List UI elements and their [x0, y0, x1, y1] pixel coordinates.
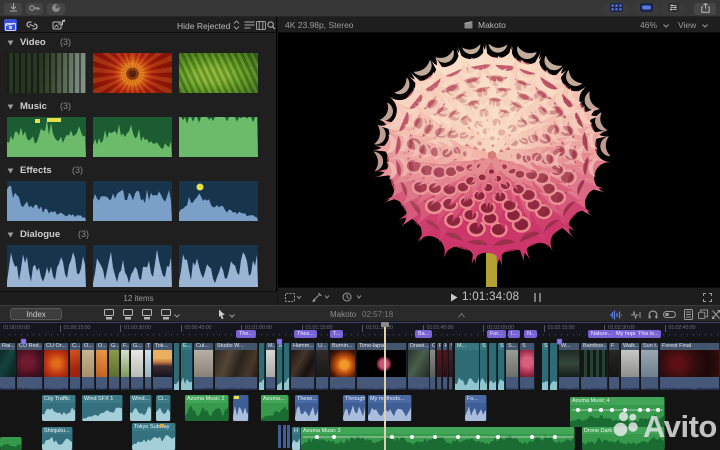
- svg-text:Avito: Avito: [643, 409, 717, 444]
